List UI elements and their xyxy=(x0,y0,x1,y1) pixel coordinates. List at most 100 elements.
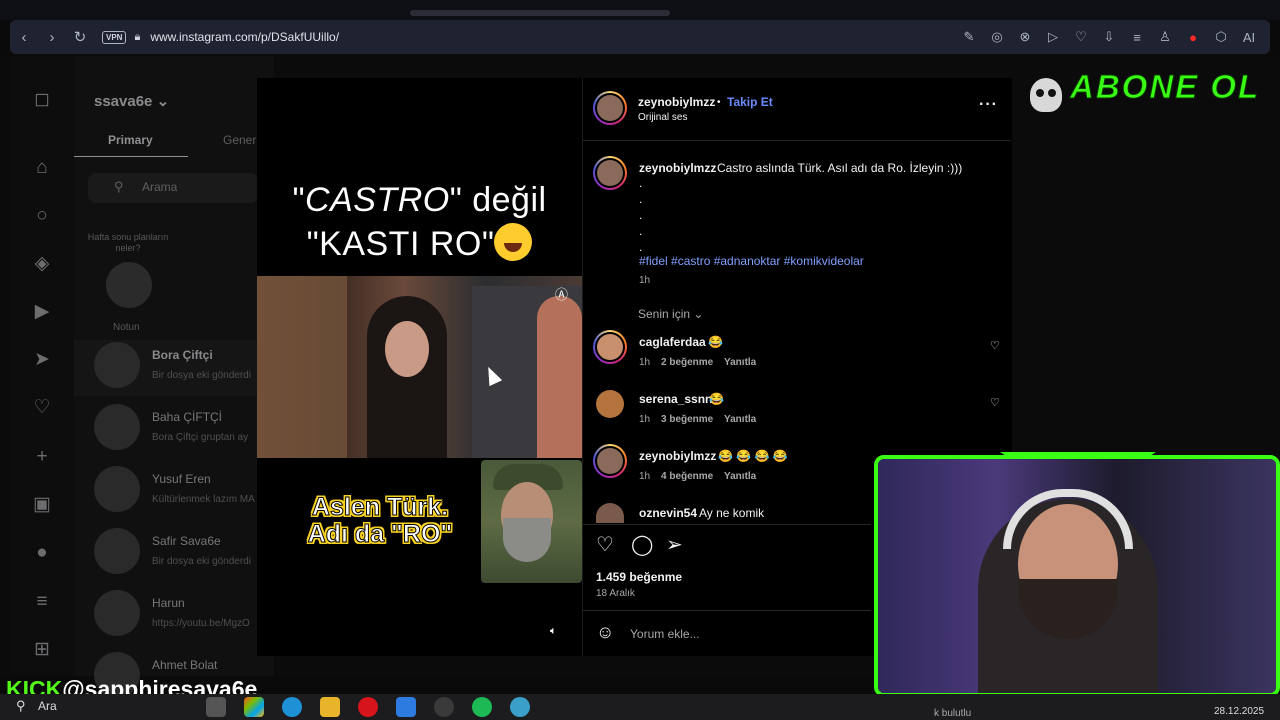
avatar[interactable] xyxy=(94,342,140,388)
edit-icon[interactable]: ✎ xyxy=(956,23,982,51)
comment-user[interactable]: oznevin54 xyxy=(639,506,697,520)
comment-user[interactable]: serena_ssnn xyxy=(639,392,712,406)
conversation-name[interactable]: Safir Sava6e xyxy=(152,534,221,548)
more-menu-icon[interactable]: ≡ xyxy=(30,590,54,614)
avatar[interactable] xyxy=(593,444,627,478)
audio-label[interactable]: Orijinal ses xyxy=(638,112,687,123)
divider xyxy=(583,610,871,611)
home-icon[interactable]: ⌂ xyxy=(30,156,54,180)
comment-user[interactable]: caglaferdaa xyxy=(639,335,706,349)
forward-icon[interactable]: › xyxy=(38,23,66,51)
dashboard-icon[interactable]: ▣ xyxy=(30,493,54,517)
shield-icon[interactable]: ⊗ xyxy=(1012,23,1038,51)
comment-icon[interactable]: ◯ xyxy=(631,532,653,557)
note-avatar[interactable] xyxy=(106,262,152,308)
avatar[interactable] xyxy=(94,590,140,636)
dm-username[interactable]: ssava6e ⌄ xyxy=(94,92,169,110)
comment-input[interactable]: Yorum ekle... xyxy=(630,627,700,641)
ai-button[interactable]: AI xyxy=(1236,23,1262,51)
author-avatar[interactable] xyxy=(593,91,627,125)
conversation-preview: Kültürlenmek lazım MA xyxy=(152,494,255,505)
hashtags[interactable]: #fidel #castro #adnanoktar #komikvideola… xyxy=(639,254,864,268)
tab-primary[interactable]: Primary xyxy=(108,133,153,147)
laughing-emoji-icon xyxy=(494,223,533,261)
comment-likes[interactable]: 4 beğenme xyxy=(661,471,713,482)
follow-button[interactable]: Takip Et xyxy=(727,95,773,109)
search-icon[interactable]: ⚲ xyxy=(16,698,26,714)
search-icon[interactable]: ○ xyxy=(30,204,54,228)
caption-dot: . xyxy=(639,176,643,190)
play-icon[interactable]: ▷ xyxy=(1040,23,1066,51)
like-comment-icon[interactable]: ♡ xyxy=(990,339,1000,352)
heart-icon[interactable]: ♡ xyxy=(1068,23,1094,51)
comment-likes[interactable]: 3 beğenme xyxy=(661,414,713,425)
notifications-icon[interactable]: ♡ xyxy=(30,396,54,420)
reply-button[interactable]: Yanıtla xyxy=(724,357,756,368)
taskbar-search[interactable]: Ara xyxy=(38,699,57,713)
address-bar[interactable]: www.instagram.com/p/DSakfUUillo/ xyxy=(150,30,339,44)
conversation-name[interactable]: Bora Çiftçi xyxy=(152,348,213,362)
download-icon[interactable]: ⇩ xyxy=(1096,23,1122,51)
avatar[interactable] xyxy=(94,404,140,450)
avatar[interactable] xyxy=(94,466,140,512)
author-avatar[interactable] xyxy=(593,156,627,190)
file-explorer-icon[interactable] xyxy=(320,697,340,717)
reload-icon[interactable]: ↻ xyxy=(66,23,94,51)
reel-clip-top[interactable] xyxy=(257,276,582,458)
more-options-icon[interactable]: ··· xyxy=(979,96,998,114)
tab-general[interactable]: Gener xyxy=(223,133,256,147)
reels-icon[interactable]: ▶ xyxy=(30,300,54,324)
caption-castro: CASTRO xyxy=(305,181,450,219)
mail-icon[interactable] xyxy=(396,697,416,717)
avatar[interactable] xyxy=(596,390,624,418)
share-icon[interactable]: ➢ xyxy=(666,532,683,557)
app-icon[interactable] xyxy=(510,697,530,717)
vpn-badge[interactable]: VPN xyxy=(102,30,127,44)
conversation-name[interactable]: Baha ÇİFTÇİ xyxy=(152,410,222,424)
author-username[interactable]: zeynobiylmzz xyxy=(638,95,715,109)
instagram-logo-icon[interactable]: ◻ xyxy=(30,88,54,112)
like-comment-icon[interactable]: ♡ xyxy=(990,396,1000,409)
conversation-name[interactable]: Yusuf Eren xyxy=(152,472,211,486)
comment-likes[interactable]: 2 beğenme xyxy=(661,357,713,368)
taskview-icon[interactable] xyxy=(206,697,226,717)
conversation-name[interactable]: Ahmet Bolat xyxy=(152,658,217,672)
comment-user[interactable]: zeynobiylmzz xyxy=(639,449,716,463)
settings-sliders-icon[interactable]: ≡ xyxy=(1124,23,1150,51)
avatar[interactable] xyxy=(596,503,624,523)
extension-icon[interactable]: ⬡ xyxy=(1208,23,1234,51)
caption-author[interactable]: zeynobiylmzz xyxy=(639,161,716,175)
record-icon[interactable]: ● xyxy=(1180,23,1206,51)
active-tab[interactable] xyxy=(410,10,670,16)
note-label: Notun xyxy=(113,322,140,333)
copilot-icon[interactable] xyxy=(244,697,264,717)
reply-button[interactable]: Yanıtla xyxy=(724,471,756,482)
apps-icon[interactable]: ⊞ xyxy=(30,638,54,662)
taskbar-date[interactable]: 28.12.2025 xyxy=(1214,706,1264,717)
back-icon[interactable]: ‹ xyxy=(10,23,38,51)
conversation-name[interactable]: Harun xyxy=(152,596,185,610)
messages-icon[interactable]: ➤ xyxy=(30,348,54,372)
camera-icon[interactable]: ◎ xyxy=(984,23,1010,51)
post-caption: Castro aslında Türk. Asıl adı da Ro. İzl… xyxy=(717,161,963,175)
profile-avatar-icon[interactable]: ● xyxy=(30,541,54,565)
avatar[interactable] xyxy=(593,330,627,364)
lock-icon[interactable]: 🔒︎ xyxy=(134,31,140,44)
explore-icon[interactable]: ◈ xyxy=(30,252,54,276)
edge-icon[interactable] xyxy=(282,697,302,717)
create-icon[interactable]: + xyxy=(30,445,54,469)
comment-sort[interactable]: Senin için ⌄ xyxy=(638,307,703,321)
likes-count[interactable]: 1.459 beğenme xyxy=(596,570,682,584)
mute-icon[interactable]: 🔈︎ xyxy=(550,625,557,638)
emoji-icon[interactable]: ☺ xyxy=(596,622,614,643)
divider xyxy=(583,140,1011,141)
spotify-icon[interactable] xyxy=(472,697,492,717)
profile-icon[interactable]: ♙ xyxy=(1152,23,1178,51)
obs-icon[interactable] xyxy=(434,697,454,717)
like-icon[interactable]: ♡ xyxy=(596,532,614,557)
tag-people-icon[interactable]: Ⓐ xyxy=(555,284,568,303)
opera-icon[interactable] xyxy=(358,697,378,717)
avatar[interactable] xyxy=(94,528,140,574)
reply-button[interactable]: Yanıtla xyxy=(724,414,756,425)
note-bubble[interactable]: Hafta sonu planların neler? xyxy=(86,232,170,254)
